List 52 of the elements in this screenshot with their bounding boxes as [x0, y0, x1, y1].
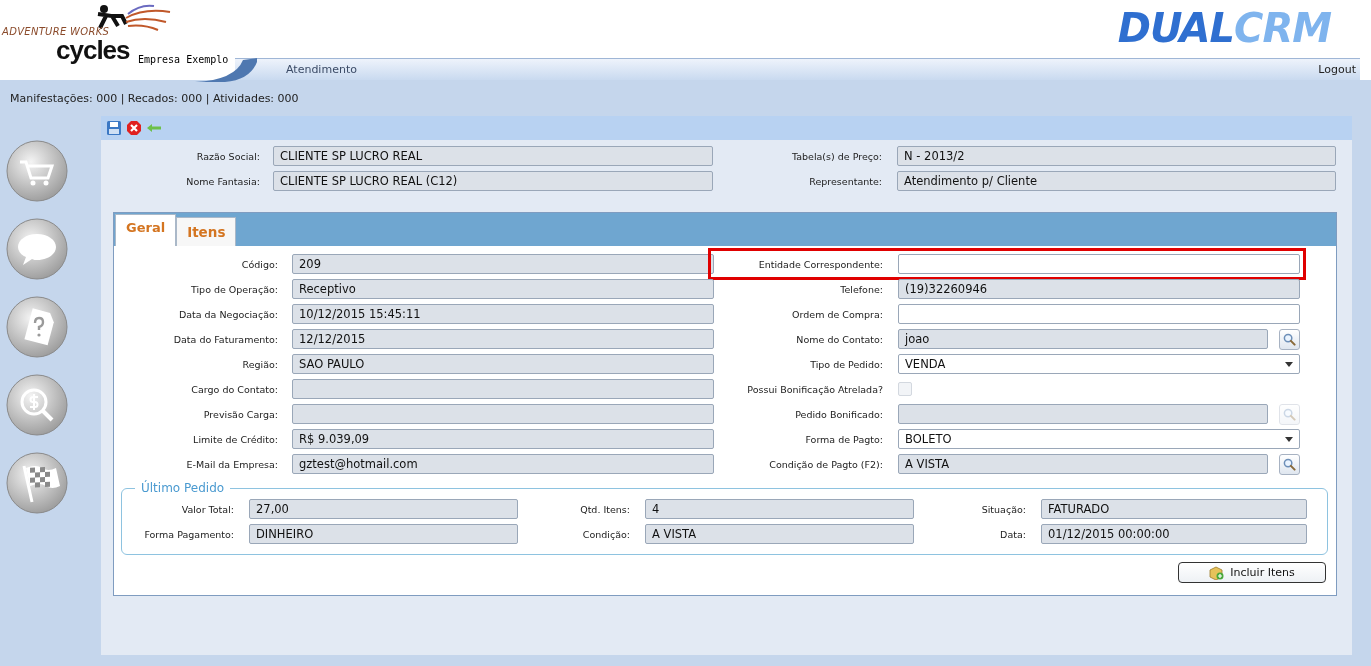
cart-icon[interactable]	[6, 140, 68, 202]
field-label: Qtd. Itens:	[579, 503, 630, 515]
field-label: Ordem de Compra:	[791, 308, 883, 320]
field-label: Tipo de Pedido:	[809, 358, 883, 370]
tag-icon[interactable]	[6, 296, 68, 358]
field-label: Condição de Pagto (F2):	[768, 458, 883, 470]
field-label: Data:	[999, 528, 1026, 540]
box-icon	[1209, 565, 1225, 580]
caret-icon	[1285, 361, 1293, 367]
field-label: Forma de Pagto:	[804, 433, 883, 445]
speech-bubble-icon[interactable]	[6, 218, 68, 280]
field-label: Condição:	[581, 528, 630, 540]
dropdown-value: BOLETO	[905, 432, 952, 446]
field-label: Cargo do Contato:	[190, 383, 278, 395]
field-label: Tabela(s) de Preço:	[791, 150, 882, 162]
group-title: Último Pedido	[140, 481, 226, 495]
field-label: Entidade Correspondente:	[757, 258, 883, 270]
field-label: E-Mail da Empresa:	[185, 458, 278, 470]
field-label: Telefone:	[839, 283, 883, 295]
field-label: Situação:	[980, 503, 1026, 515]
field-label: Previsão Carga:	[202, 408, 278, 420]
checkered-flag-icon[interactable]	[6, 452, 68, 514]
field-label: Valor Total:	[180, 503, 234, 515]
close-icon[interactable]	[126, 120, 142, 136]
counters-text: Manifestações: 000 | Recados: 000 | Atividades: 000	[9, 91, 300, 107]
field-label: Nome do Contato:	[795, 333, 883, 345]
input-field[interactable]	[898, 254, 1300, 274]
dropdown[interactable]: VENDA	[898, 354, 1300, 374]
dropdown[interactable]: BOLETO	[898, 429, 1300, 449]
product-logo: DUALCRM	[1117, 8, 1331, 48]
field-label: Região:	[241, 358, 278, 370]
caret-icon	[1285, 436, 1293, 442]
field-label: Data do Faturamento:	[172, 333, 278, 345]
field-label: Pedido Bonificado:	[794, 408, 883, 420]
field-label: Possui Bonificação Atrelada?	[746, 383, 883, 395]
field-label: Representante:	[808, 175, 882, 187]
field-label: Data da Negociação:	[177, 308, 278, 320]
field-label: Tipo de Operação:	[189, 283, 278, 295]
save-icon[interactable]	[106, 120, 122, 136]
field-label: Nome Fantasia:	[185, 175, 260, 187]
brand-tagline: ADVENTURE WORKS	[2, 26, 110, 37]
input-field[interactable]	[898, 304, 1300, 324]
company-name: Empresa Exemplo	[138, 54, 229, 65]
field-label: Código:	[240, 258, 278, 270]
coin-icon[interactable]	[6, 374, 68, 436]
logout-link[interactable]: Logout	[1318, 63, 1356, 76]
nav-link[interactable]: Atendimento	[286, 63, 357, 76]
add-items-button[interactable]: Incluir Itens	[1178, 562, 1326, 583]
field-label: Razão Social:	[195, 150, 260, 162]
dropdown-value: VENDA	[905, 357, 946, 371]
field-label: Limite de Crédito:	[192, 433, 278, 445]
field-label: Forma Pagamento:	[143, 528, 234, 540]
